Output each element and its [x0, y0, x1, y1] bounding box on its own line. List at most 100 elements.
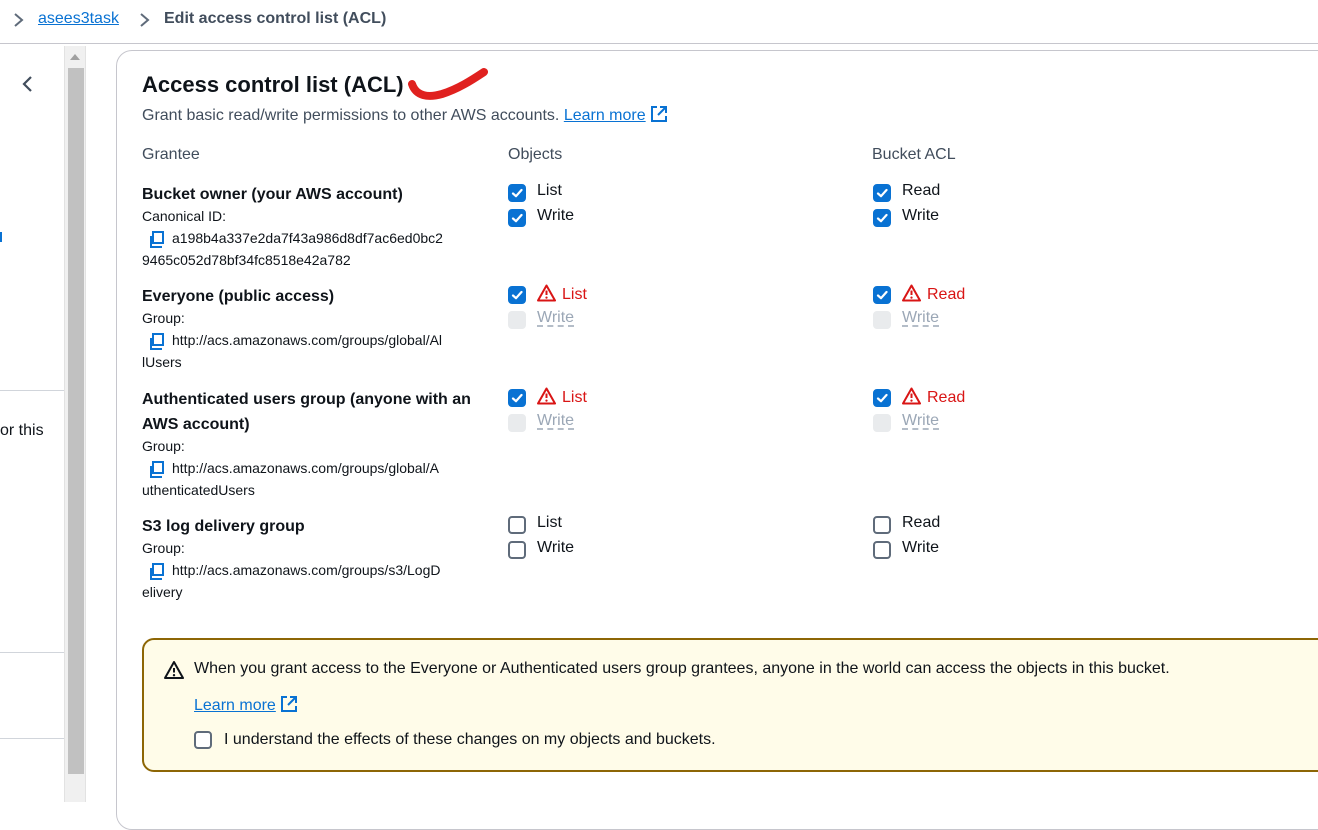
- objects-list-checkbox[interactable]: [508, 389, 526, 407]
- grantee-id-continued: uthenticatedUsers: [142, 482, 255, 498]
- column-header-objects: Objects: [508, 146, 563, 163]
- option-label: Write: [902, 412, 940, 429]
- red-annotation-mark: [408, 68, 488, 100]
- divider: [0, 652, 64, 653]
- chevron-right-icon: [140, 13, 150, 27]
- option-label: Write: [902, 207, 940, 224]
- chevron-right-icon: [14, 13, 24, 27]
- warning-icon: [537, 387, 556, 405]
- grantee-id-label: Group:: [142, 310, 185, 326]
- copy-icon[interactable]: [146, 561, 166, 581]
- grantee-name: Authenticated users group (anyone with a…: [142, 391, 471, 433]
- checkmark-icon: [511, 213, 523, 223]
- grantee-name: S3 log delivery group: [142, 518, 305, 535]
- checkmark-icon: [876, 393, 888, 403]
- objects-list-checkbox[interactable]: [508, 184, 526, 202]
- checkmark-icon: [511, 188, 523, 198]
- objects-list-option: List: [537, 284, 587, 304]
- alert-learn-more-label: Learn more: [194, 697, 276, 714]
- objects-list-option: List: [537, 387, 587, 407]
- bucket-acl-write-option: Write: [902, 539, 939, 557]
- grantee-name: Everyone (public access): [142, 288, 335, 305]
- external-link-icon: [650, 106, 667, 122]
- checkmark-icon: [876, 188, 888, 198]
- bucket-acl-read-option: Read: [902, 387, 965, 407]
- acknowledge-checkbox[interactable]: [194, 731, 212, 749]
- learn-more-label: Learn more: [563, 107, 646, 124]
- objects-write-checkbox[interactable]: [508, 209, 526, 227]
- bucket-acl-write-checkbox[interactable]: [873, 541, 891, 559]
- bucket-acl-read-checkbox[interactable]: [873, 389, 891, 407]
- grantee-id-label: Group:: [142, 540, 185, 556]
- checkmark-icon: [511, 393, 523, 403]
- acl-description: Grant basic read/write permissions to ot…: [142, 105, 668, 125]
- chevron-left-icon[interactable]: [14, 70, 42, 98]
- warning-icon: [902, 387, 921, 405]
- grantee-id-continued: lUsers: [142, 354, 182, 370]
- objects-list-checkbox[interactable]: [508, 286, 526, 304]
- grantee-id-continued: 9465c052d78bf34fc8518e42a782: [142, 252, 351, 268]
- bucket-acl-read-checkbox[interactable]: [873, 184, 891, 202]
- grantee-id: a198b4a337e2da7f43a986d8df7ac6ed0bc2: [172, 230, 443, 246]
- option-label: Write: [537, 309, 575, 326]
- objects-write-checkbox: [508, 414, 526, 432]
- bucket-acl-write-checkbox[interactable]: [873, 209, 891, 227]
- option-label: Write: [902, 309, 940, 326]
- scrollbar[interactable]: [64, 46, 86, 802]
- grantee-id-continued: elivery: [142, 584, 183, 600]
- option-label: List: [537, 182, 562, 199]
- bucket-acl-read-option: Read: [902, 182, 940, 200]
- learn-more-link[interactable]: Learn more: [563, 106, 668, 124]
- warning-icon: [902, 284, 921, 302]
- acknowledge-label: I understand the effects of these change…: [224, 731, 716, 748]
- scroll-up-arrow-icon[interactable]: [70, 54, 80, 60]
- divider: [0, 738, 64, 739]
- grantee-id-label: Group:: [142, 438, 185, 454]
- description-text: Grant basic read/write permissions to ot…: [142, 107, 560, 124]
- bucket-acl-read-checkbox[interactable]: [873, 286, 891, 304]
- side-panel-indicator: [0, 232, 2, 242]
- warning-icon: [164, 661, 184, 679]
- bucket-acl-read-option: Read: [902, 284, 965, 304]
- objects-list-option: List: [537, 514, 562, 532]
- objects-write-checkbox[interactable]: [508, 541, 526, 559]
- side-panel: or this: [0, 46, 64, 802]
- option-label: Write: [537, 539, 575, 556]
- warning-alert: [142, 638, 1318, 772]
- option-label: List: [562, 286, 587, 303]
- alert-message: When you grant access to the Everyone or…: [194, 660, 1170, 677]
- option-label: Read: [927, 389, 966, 406]
- page-title: Access control list (ACL): [142, 72, 404, 97]
- checkmark-icon: [876, 290, 888, 300]
- option-label: Write: [537, 412, 575, 429]
- copy-icon[interactable]: [146, 331, 166, 351]
- external-link-icon: [280, 696, 297, 712]
- option-label: Read: [902, 514, 941, 531]
- column-header-bucket-acl: Bucket ACL: [872, 146, 956, 163]
- copy-icon[interactable]: [146, 459, 166, 479]
- scrollbar-thumb[interactable]: [68, 68, 84, 774]
- bucket-acl-read-option: Read: [902, 514, 940, 532]
- option-label: List: [562, 389, 587, 406]
- bucket-acl-write-checkbox: [873, 311, 891, 329]
- objects-write-option: Write: [537, 412, 574, 430]
- option-label: Write: [902, 539, 940, 556]
- bucket-acl-read-checkbox[interactable]: [873, 516, 891, 534]
- grantee-id: http://acs.amazonaws.com/groups/global/A: [172, 460, 439, 476]
- breadcrumb-bucket-link[interactable]: asees3task: [38, 10, 119, 28]
- copy-icon[interactable]: [146, 229, 166, 249]
- grantee-id: http://acs.amazonaws.com/groups/s3/LogD: [172, 562, 441, 578]
- checkmark-icon: [876, 213, 888, 223]
- checkmark-icon: [511, 290, 523, 300]
- column-header-grantee: Grantee: [142, 146, 200, 163]
- warning-icon: [537, 284, 556, 302]
- objects-list-checkbox[interactable]: [508, 516, 526, 534]
- objects-write-option: Write: [537, 207, 574, 225]
- grantee-id: http://acs.amazonaws.com/groups/global/A…: [172, 332, 443, 348]
- option-label: List: [537, 514, 562, 531]
- alert-learn-more-link[interactable]: Learn more: [194, 695, 298, 715]
- divider: [0, 390, 64, 391]
- option-label: Read: [902, 182, 941, 199]
- grantee-name: Bucket owner (your AWS account): [142, 186, 403, 203]
- breadcrumb-current-page: Edit access control list (ACL): [164, 10, 387, 27]
